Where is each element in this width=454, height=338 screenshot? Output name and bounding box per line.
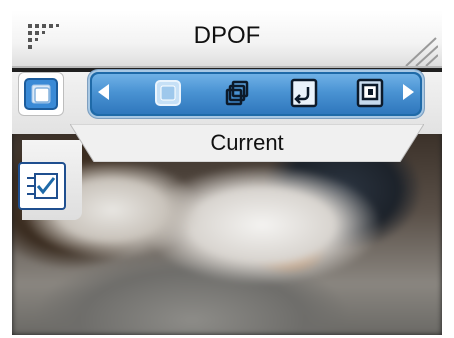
frame-index-icon[interactable] (354, 78, 386, 108)
corner-grip-icon (405, 37, 438, 66)
option-strip (88, 70, 424, 118)
stacked-frames-icon[interactable] (222, 78, 254, 108)
camera-screen: DPOF (12, 10, 442, 335)
title-bar: DPOF (12, 10, 442, 68)
reset-return-icon[interactable] (288, 78, 320, 108)
checklist-button[interactable] (18, 162, 66, 210)
print-mode-button[interactable] (18, 72, 64, 116)
scroll-right-arrow[interactable] (403, 84, 414, 100)
single-frame-icon (24, 78, 58, 110)
scroll-left-arrow[interactable] (98, 84, 109, 100)
single-frame-icon[interactable] (152, 78, 184, 108)
option-caption: Current (210, 130, 284, 155)
page-title: DPOF (193, 22, 261, 49)
caption-tab: Current (70, 124, 424, 162)
checklist-icon (27, 173, 58, 199)
